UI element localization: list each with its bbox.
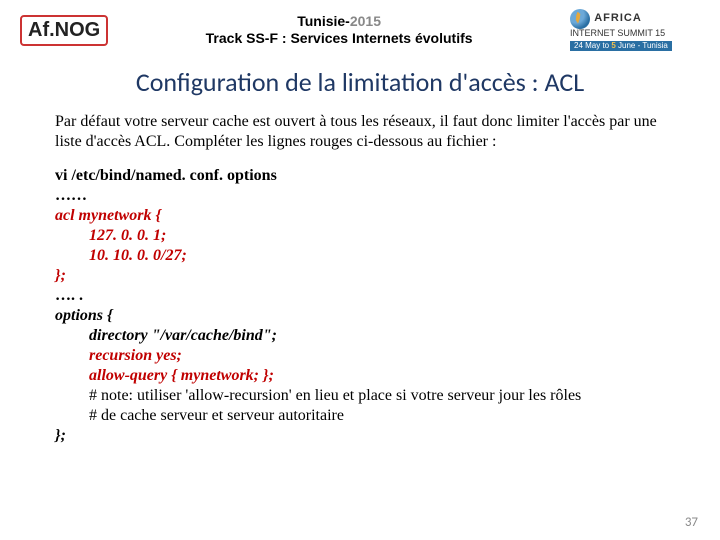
afnog-logo: Af.NOG (20, 15, 108, 46)
globe-icon (570, 9, 590, 29)
note-line1: # note: utiliser 'allow-recursion' en li… (55, 386, 682, 406)
ais-dates: 24 May to 5 June - Tunisia (570, 41, 672, 52)
ais-logo: AFRICA INTERNET SUMMIT 15 24 May to 5 Ju… (570, 9, 700, 52)
page-number: 37 (685, 515, 698, 530)
ellipsis-1: …… (55, 186, 682, 206)
ais-sub: INTERNET SUMMIT 15 (570, 28, 665, 38)
opt-directory: directory "/var/cache/bind"; (55, 326, 682, 346)
header-track: Track SS-F : Services Internets évolutif… (108, 30, 570, 47)
header-prefix: Tunisie- (297, 13, 350, 29)
acl-ip2: 10. 10. 0. 0/27; (55, 246, 682, 266)
ais-date-a: 24 May to (574, 41, 611, 50)
intro-paragraph: Par défaut votre serveur cache est ouver… (55, 112, 682, 152)
note-line2: # de cache serveur et serveur autoritair… (55, 406, 682, 426)
slide-header: Af.NOG Tunisie-2015 Track SS-F : Service… (0, 0, 720, 58)
options-open: options { (55, 306, 682, 326)
ellipsis-2: …. . (55, 286, 682, 306)
ais-brand: AFRICA (594, 12, 642, 24)
acl-close: }; (55, 266, 682, 286)
header-center: Tunisie-2015 Track SS-F : Services Inter… (108, 13, 570, 47)
slide-title: Configuration de la limitation d'accès :… (0, 66, 720, 98)
header-year: 2015 (350, 13, 381, 29)
acl-ip1: 127. 0. 0. 1; (55, 226, 682, 246)
options-close: }; (55, 426, 682, 446)
opt-recursion: recursion yes; (55, 346, 682, 366)
opt-allow-query: allow-query { mynetwork; }; (55, 366, 682, 386)
slide-content: Par défaut votre serveur cache est ouver… (0, 112, 720, 446)
ais-date-c: June - Tunisia (616, 41, 668, 50)
acl-open: acl mynetwork { (55, 206, 682, 226)
vi-command: vi /etc/bind/named. conf. options (55, 166, 682, 186)
code-block: vi /etc/bind/named. conf. options …… acl… (55, 166, 682, 446)
